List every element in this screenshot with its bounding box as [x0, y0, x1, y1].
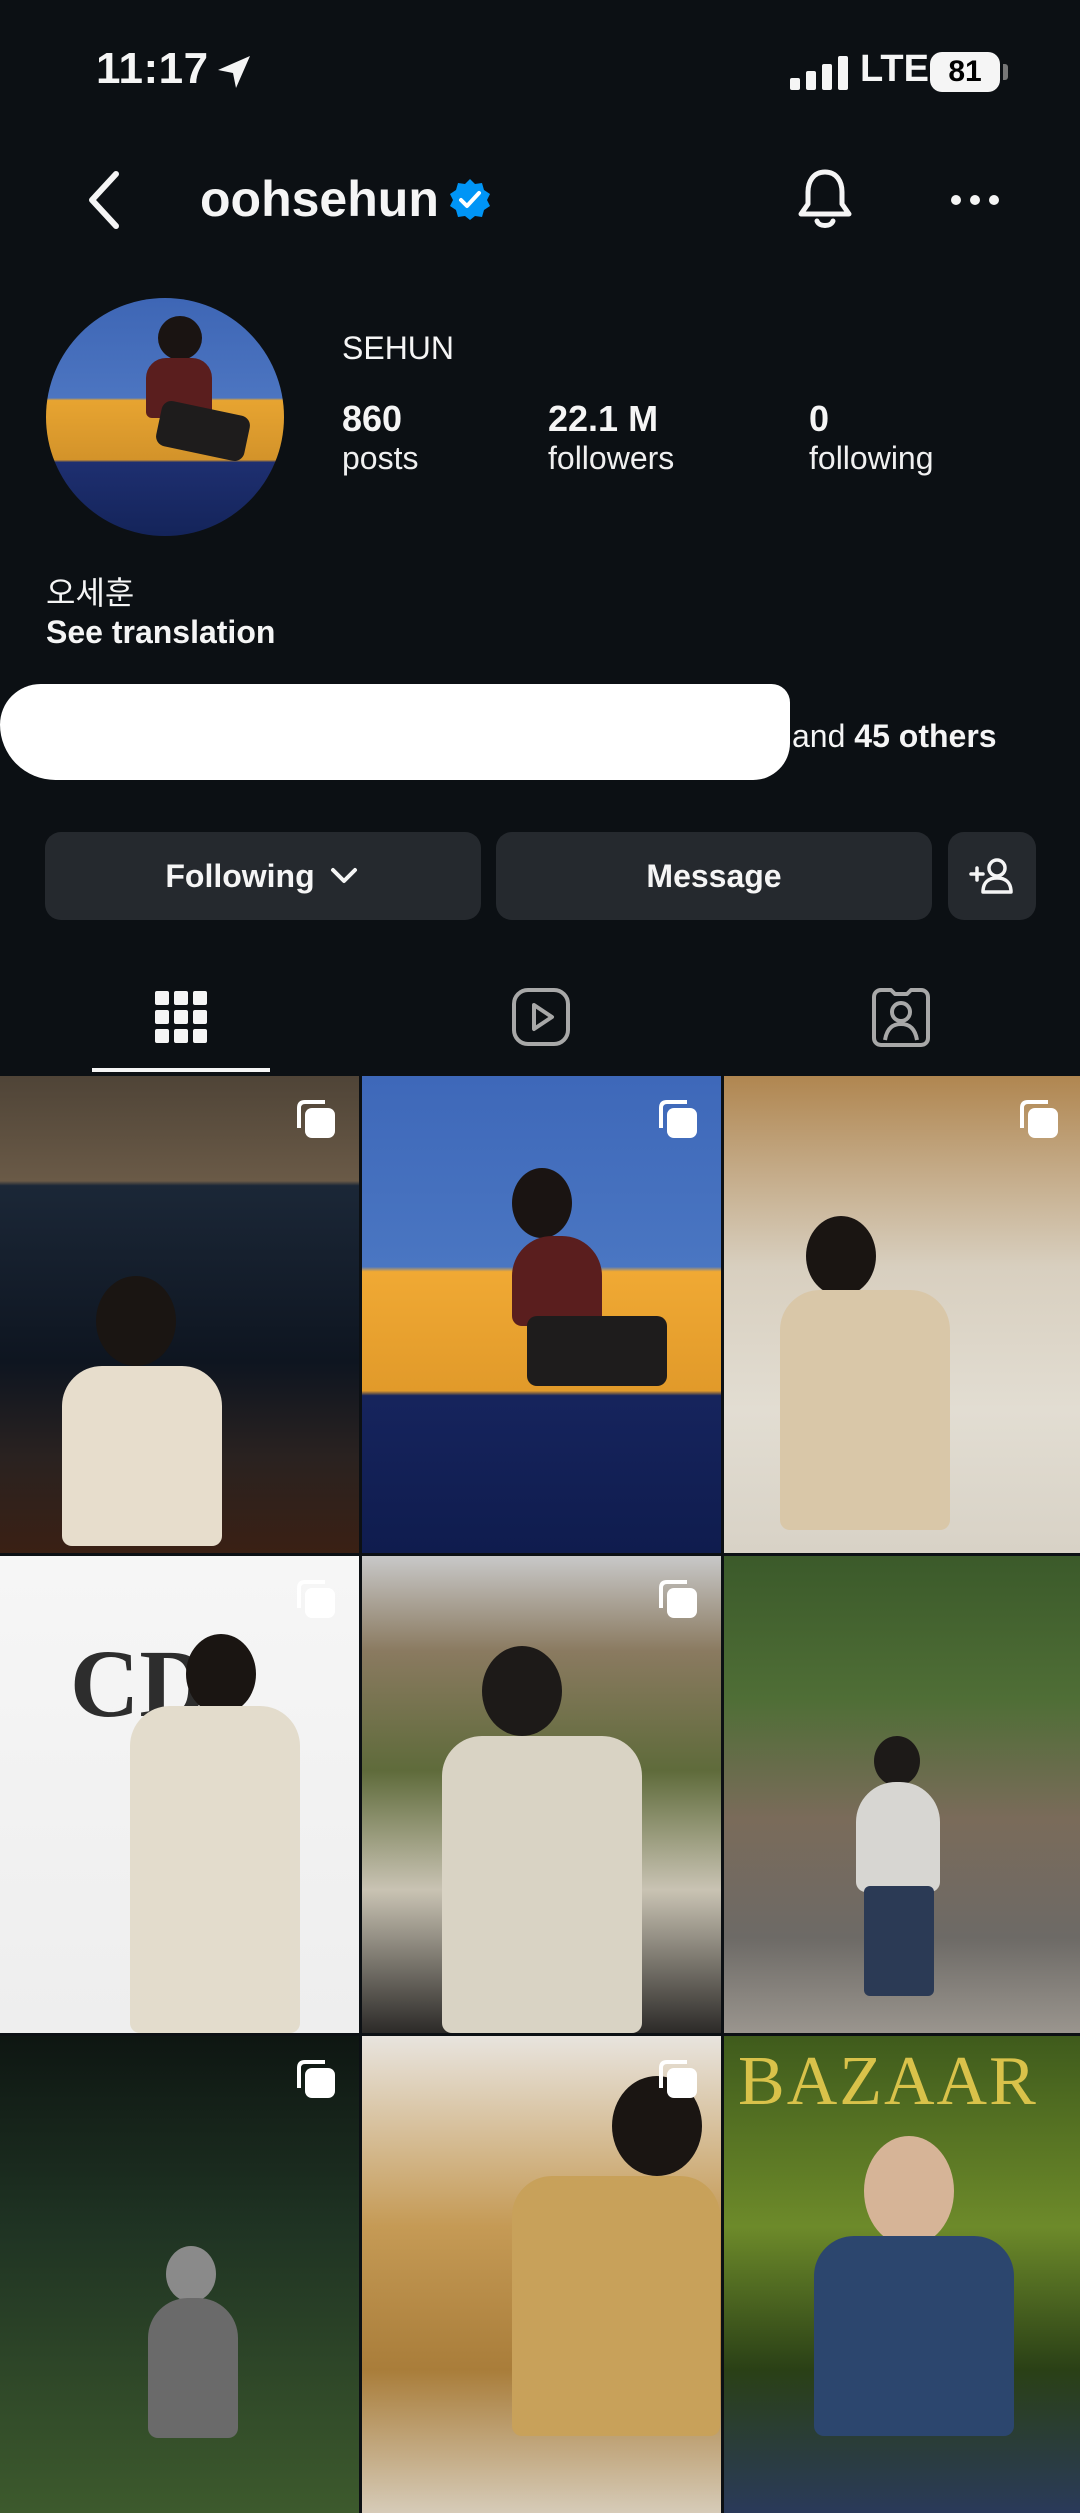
location-arrow-icon [218, 56, 250, 88]
more-options-icon[interactable] [950, 190, 1000, 210]
profile-username: oohsehun [200, 171, 439, 227]
post-tile-9[interactable]: BAZAAR [724, 2036, 1080, 2513]
stat-following[interactable]: 0 following [809, 398, 934, 477]
stat-followers-value: 22.1 M [548, 398, 659, 439]
stat-following-value: 0 [809, 398, 830, 439]
followed-by-prefix: and [792, 718, 855, 754]
see-translation-link[interactable]: See translation [46, 614, 275, 651]
post-tile-2[interactable] [362, 1076, 721, 1553]
stat-posts-label: posts [342, 440, 419, 476]
following-button[interactable]: Following [45, 832, 481, 920]
status-time: 11:17 [96, 44, 209, 93]
bio-text: 오세훈 [46, 575, 135, 611]
battery-level: 81 [930, 52, 1000, 92]
followed-by-text[interactable]: and 45 others [792, 718, 997, 755]
post-tile-5[interactable] [362, 1556, 721, 2033]
post-tile-6[interactable] [724, 1556, 1080, 2033]
tab-tagged[interactable] [720, 962, 1080, 1072]
avatar[interactable] [46, 298, 284, 536]
reels-play-icon [511, 988, 570, 1046]
chevron-down-icon [330, 868, 357, 883]
stat-following-label: following [809, 440, 934, 476]
multiple-photos-icon [659, 2060, 697, 2098]
add-user-icon [969, 858, 1013, 894]
display-name: SEHUN [342, 330, 455, 366]
post-tile-4[interactable]: CD [0, 1556, 359, 2033]
multiple-photos-icon [659, 1580, 697, 1618]
network-type: LTE [860, 48, 929, 90]
bazaar-logo: BAZAAR [738, 2043, 1038, 2120]
tab-posts-grid[interactable] [0, 962, 361, 1072]
redaction-mark [0, 684, 790, 780]
stat-followers-label: followers [548, 440, 675, 476]
battery-icon: 81 [930, 52, 1008, 92]
tab-reels[interactable] [360, 962, 721, 1072]
following-button-label: Following [165, 857, 315, 894]
verified-badge-icon [450, 179, 490, 220]
multiple-photos-icon [1020, 1100, 1058, 1138]
multiple-photos-icon [297, 1580, 335, 1618]
stat-posts[interactable]: 860 posts [342, 398, 418, 477]
signal-icon [790, 56, 848, 90]
back-arrow-icon[interactable] [84, 170, 124, 230]
tagged-person-icon [871, 988, 930, 1047]
multiple-photos-icon [659, 1100, 697, 1138]
post-tile-7[interactable] [0, 2036, 359, 2513]
stat-followers[interactable]: 22.1 M followers [548, 398, 674, 477]
message-button[interactable]: Message [496, 832, 932, 920]
post-tile-3[interactable] [724, 1076, 1080, 1553]
multiple-photos-icon [297, 2060, 335, 2098]
multiple-photos-icon [297, 1100, 335, 1138]
post-tile-8[interactable] [362, 2036, 721, 2513]
stat-posts-value: 860 [342, 398, 403, 439]
message-button-label: Message [646, 857, 782, 894]
active-tab-indicator [92, 1068, 270, 1072]
grid-icon [154, 991, 207, 1043]
post-tile-1[interactable] [0, 1076, 359, 1553]
posts-grid: CD BAZAAR [0, 1076, 1080, 2513]
notification-bell-icon[interactable] [796, 166, 854, 232]
followed-by-count: 45 others [854, 718, 997, 754]
suggested-users-button[interactable] [948, 832, 1036, 920]
